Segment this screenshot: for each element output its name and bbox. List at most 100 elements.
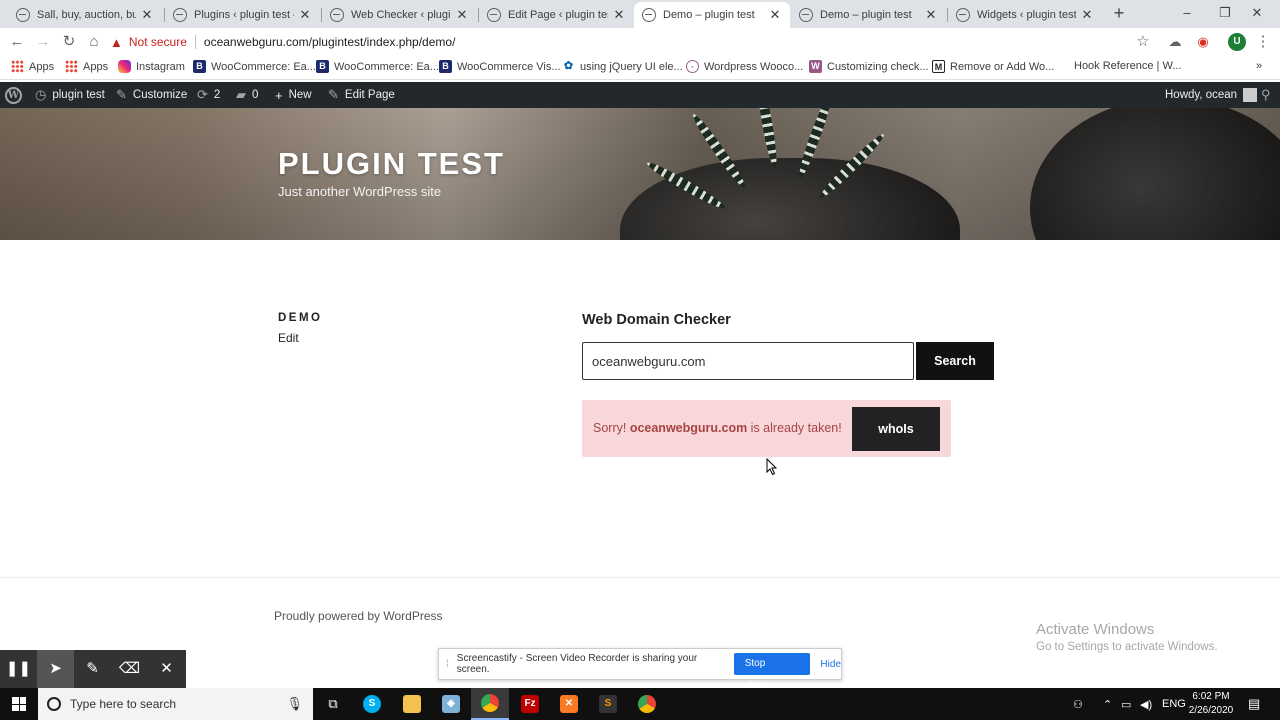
jquery-icon: ✿: [562, 60, 575, 73]
close-tab-icon[interactable]: ✕: [455, 7, 469, 23]
profile-avatar[interactable]: U: [1228, 33, 1246, 51]
admin-howdy[interactable]: Howdy, ocean: [1165, 82, 1258, 108]
whois-button[interactable]: whoIs: [852, 407, 940, 451]
hide-button[interactable]: Hide: [820, 659, 841, 670]
browser-tab[interactable]: Web Checker ‹ plugin te✕: [322, 2, 477, 28]
browser-tab[interactable]: Sall, buy, auction, busine✕: [8, 2, 162, 28]
domain-search-input[interactable]: [582, 342, 914, 380]
bookmark-item[interactable]: Hook Reference | W...: [1074, 60, 1181, 72]
admin-edit-page[interactable]: ✎ Edit Page: [328, 82, 395, 108]
menu-icon[interactable]: ⋮: [1252, 31, 1274, 53]
close-tab-icon[interactable]: ✕: [298, 7, 312, 23]
chrome-icon[interactable]: [471, 688, 509, 720]
eraser-tool-icon[interactable]: ⌫: [111, 650, 148, 688]
start-button[interactable]: [0, 688, 38, 720]
site-description: Just another WordPress site: [278, 184, 442, 199]
extension-icon[interactable]: ☁: [1164, 31, 1186, 53]
close-tab-icon[interactable]: ✕: [924, 7, 938, 23]
bookmark-item[interactable]: · Wordpress Wooco...: [686, 60, 803, 73]
wordpress-logo-icon[interactable]: W: [5, 82, 22, 108]
bookmark-star-icon[interactable]: ☆: [1132, 31, 1154, 53]
screencastify-sharing-bar: ⁞ Screencastify - Screen Video Recorder …: [438, 648, 842, 691]
new-tab-button[interactable]: +: [1109, 4, 1129, 24]
forward-icon[interactable]: →: [32, 31, 54, 53]
bookmark-item[interactable]: Apps: [65, 60, 108, 73]
address-bar[interactable]: ▲ Not secure oceanwebguru.com/plugintest…: [110, 30, 1150, 54]
admin-search-icon[interactable]: ⚲: [1261, 82, 1271, 108]
bookmark-item[interactable]: B WooCommerce: Ea...: [316, 60, 439, 73]
admin-updates[interactable]: ⟳ 2: [197, 82, 220, 108]
cortana-icon: [47, 697, 61, 711]
pen-tool-icon[interactable]: ✎: [74, 650, 111, 688]
globe-icon: [16, 8, 30, 22]
more-bookmarks-icon[interactable]: »: [1256, 60, 1262, 72]
security-label[interactable]: Not secure: [129, 35, 187, 49]
woocommerce-icon: B: [439, 60, 452, 73]
file-explorer-icon[interactable]: [393, 688, 431, 720]
bookmark-item[interactable]: Instagram: [118, 60, 185, 73]
admin-comments[interactable]: ▰ 0: [236, 82, 258, 108]
bookmark-item[interactable]: M Remove or Add Wo...: [932, 60, 1054, 73]
close-toolbar-icon[interactable]: ✕: [148, 650, 185, 688]
volume-icon[interactable]: ◀): [1140, 688, 1152, 720]
browser-tab-active[interactable]: Demo – plugin test ✕: [634, 2, 790, 28]
browser-tab[interactable]: Edit Page ‹ plugin test —✕: [479, 2, 634, 28]
close-tab-icon[interactable]: ✕: [768, 7, 782, 23]
admin-new[interactable]: + New: [275, 82, 312, 108]
comment-icon: ▰: [236, 87, 246, 102]
language-indicator[interactable]: ENG: [1162, 688, 1186, 720]
reload-icon[interactable]: ↻: [58, 31, 80, 53]
network-icon[interactable]: ▭: [1121, 688, 1131, 720]
close-tab-icon[interactable]: ✕: [140, 7, 154, 23]
close-tab-icon[interactable]: ✕: [612, 7, 626, 23]
xampp-icon[interactable]: ✕: [550, 688, 588, 720]
home-icon[interactable]: ⌂: [83, 31, 105, 53]
stop-sharing-button[interactable]: Stop sharing: [733, 653, 811, 691]
powered-by-link[interactable]: Proudly powered by WordPress: [274, 609, 443, 623]
back-icon[interactable]: ←: [6, 31, 28, 53]
admin-site-name[interactable]: ◷ plugin test: [35, 82, 105, 108]
microphone-icon[interactable]: 🎙: [286, 696, 303, 712]
windows-logo-icon: [12, 697, 26, 711]
system-clock[interactable]: 6:02 PM 2/26/2020: [1186, 690, 1236, 718]
updates-icon: ⟳: [197, 87, 208, 102]
site-title[interactable]: PLUGIN TEST: [278, 146, 505, 182]
apps-grid-icon: [65, 60, 78, 73]
browser-tab[interactable]: Widgets ‹ plugin test —✕: [948, 2, 1102, 28]
app-icon[interactable]: ◈: [432, 688, 470, 720]
people-icon[interactable]: ⚇: [1073, 688, 1083, 720]
cursor-tool-icon[interactable]: ➤: [37, 650, 74, 688]
taskbar-search[interactable]: Type here to search 🎙: [38, 688, 313, 720]
bookmark-item[interactable]: ✿ using jQuery UI ele...: [562, 60, 683, 73]
instagram-icon: [118, 60, 131, 73]
pause-icon[interactable]: ❚❚: [0, 650, 37, 688]
skype-icon[interactable]: S: [353, 688, 391, 720]
search-button[interactable]: Search: [916, 342, 994, 380]
bookmark-item[interactable]: B WooCommerce Vis...: [439, 60, 561, 73]
sublime-text-icon[interactable]: S: [589, 688, 627, 720]
edit-link[interactable]: Edit: [278, 331, 299, 345]
show-hidden-icons-icon[interactable]: ⌃: [1103, 688, 1112, 720]
result-domain: oceanwebguru.com: [629, 421, 748, 435]
browser-tab[interactable]: Plugins ‹ plugin test — W✕: [165, 2, 320, 28]
woocommerce-icon: B: [193, 60, 206, 73]
action-center-icon[interactable]: ▤: [1248, 688, 1260, 720]
bookmark-item[interactable]: W Customizing check...: [809, 60, 928, 73]
globe-icon: [956, 8, 970, 22]
browser-tab[interactable]: Demo – plugin test ✕: [791, 2, 946, 28]
globe-icon: [799, 8, 813, 22]
chrome-icon[interactable]: [628, 688, 666, 720]
filezilla-icon[interactable]: Fz: [511, 688, 549, 720]
woo-w-icon: W: [809, 60, 822, 73]
browser-tab-strip: Sall, buy, auction, busine✕ Plugins ‹ pl…: [0, 0, 1280, 28]
drag-handle-icon[interactable]: ⁞: [446, 659, 449, 670]
admin-customize[interactable]: ✎ Customize: [116, 82, 187, 108]
task-view-icon[interactable]: ⧉: [314, 688, 352, 720]
extension-badge-icon[interactable]: ◉: [1192, 31, 1214, 53]
url-text[interactable]: oceanwebguru.com/plugintest/index.php/de…: [204, 35, 456, 49]
close-tab-icon[interactable]: ✕: [1080, 7, 1094, 23]
bookmark-item[interactable]: Apps: [11, 60, 54, 73]
bookmark-item[interactable]: B WooCommerce: Ea...: [193, 60, 316, 73]
plus-icon: +: [275, 87, 283, 103]
close-window-icon[interactable]: ✕: [1234, 0, 1280, 28]
